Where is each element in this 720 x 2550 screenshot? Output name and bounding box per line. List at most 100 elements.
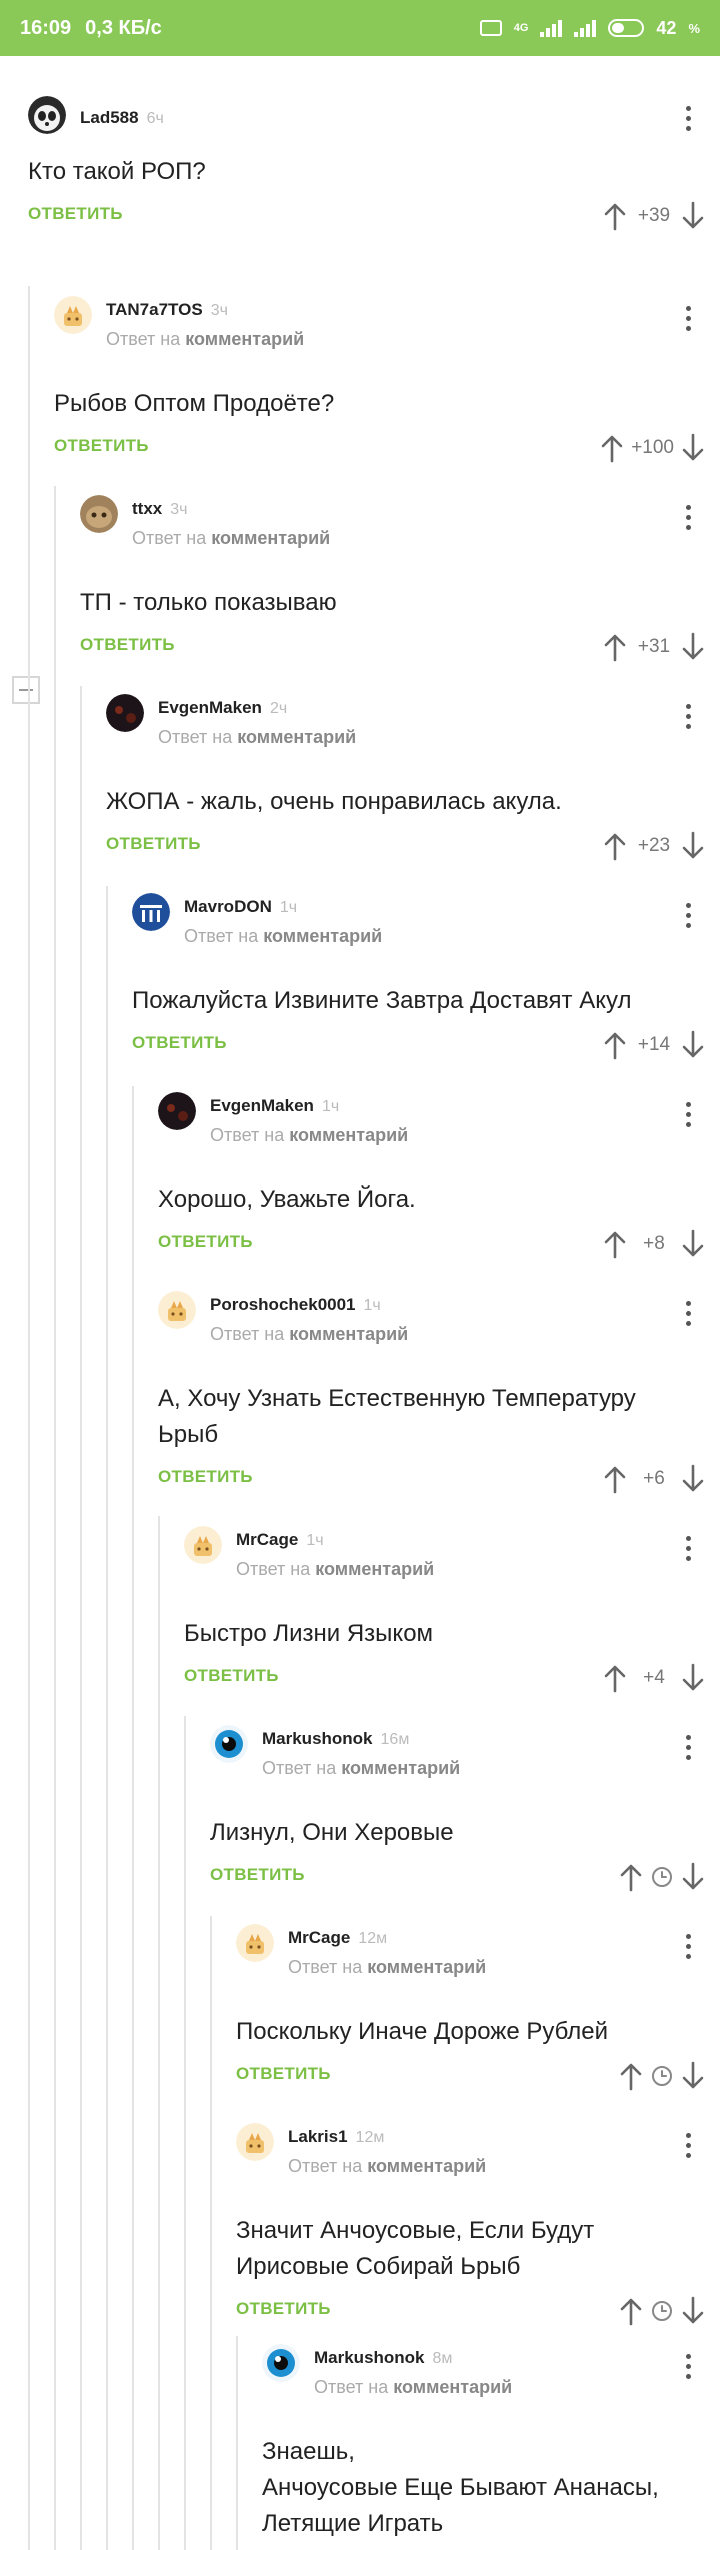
more-options-icon[interactable] bbox=[678, 1295, 698, 1331]
reply-to-target: комментарий bbox=[237, 727, 357, 747]
reply-to-target: комментарий bbox=[263, 926, 383, 946]
upvote-arrow-icon[interactable] bbox=[602, 831, 628, 861]
author-name[interactable]: MavroDON 1ч bbox=[184, 897, 297, 917]
default-avatar[interactable] bbox=[236, 1924, 274, 1962]
comment-time: 3ч bbox=[210, 302, 228, 319]
upvote-arrow-icon[interactable] bbox=[618, 2061, 644, 2091]
downvote-arrow-icon[interactable] bbox=[680, 1663, 706, 1693]
signal-icon-2 bbox=[574, 19, 597, 37]
comment-text: Поскольку Иначе Дороже Рублей bbox=[236, 2018, 609, 2045]
reply-to-link[interactable]: Ответ на комментарий bbox=[106, 329, 304, 350]
reply-to-link[interactable]: Ответ на комментарий bbox=[288, 2156, 486, 2177]
more-options-icon[interactable] bbox=[678, 897, 698, 933]
more-options-icon[interactable] bbox=[678, 1530, 698, 1566]
more-options-icon[interactable] bbox=[678, 300, 698, 336]
more-options-icon[interactable] bbox=[678, 100, 698, 136]
author-name[interactable]: TAN7a7TOS 3ч bbox=[106, 300, 228, 320]
more-options-icon[interactable] bbox=[678, 2348, 698, 2384]
upvote-arrow-icon[interactable] bbox=[602, 201, 628, 231]
default-avatar[interactable] bbox=[236, 2123, 274, 2161]
default-avatar[interactable] bbox=[158, 1291, 196, 1329]
cat-avatar[interactable] bbox=[80, 495, 118, 533]
thread-line bbox=[80, 686, 82, 2550]
reply-button[interactable]: ОТВЕТИТЬ bbox=[236, 2064, 331, 2084]
reply-to-link[interactable]: Ответ на комментарий bbox=[314, 2377, 512, 2398]
dark-avatar[interactable] bbox=[106, 694, 144, 732]
collapse-thread-button[interactable] bbox=[12, 676, 40, 704]
more-options-icon[interactable] bbox=[678, 2127, 698, 2163]
author-name[interactable]: MrCage 1ч bbox=[236, 1530, 324, 1550]
upvote-arrow-icon[interactable] bbox=[602, 632, 628, 662]
more-options-icon[interactable] bbox=[678, 1729, 698, 1765]
comment-score: +6 bbox=[643, 1468, 665, 1489]
network-speed: 0,3 КБ/с bbox=[85, 16, 162, 39]
more-options-icon[interactable] bbox=[678, 1096, 698, 1132]
battery-unit: % bbox=[688, 20, 700, 36]
reply-to-link[interactable]: Ответ на комментарий bbox=[210, 1324, 408, 1345]
author-name[interactable]: EvgenMaken 2ч bbox=[158, 698, 287, 718]
author-name[interactable]: EvgenMaken 1ч bbox=[210, 1096, 339, 1116]
eye-avatar[interactable] bbox=[210, 1725, 248, 1763]
network-type: 4G bbox=[513, 22, 529, 34]
upvote-arrow-icon[interactable] bbox=[599, 433, 625, 463]
reply-to-link[interactable]: Ответ на комментарий bbox=[158, 727, 356, 748]
author-name[interactable]: ttxx 3ч bbox=[132, 499, 187, 519]
dark-avatar[interactable] bbox=[158, 1092, 196, 1130]
reply-button[interactable]: ОТВЕТИТЬ bbox=[54, 436, 149, 456]
downvote-arrow-icon[interactable] bbox=[680, 201, 706, 231]
more-options-icon[interactable] bbox=[678, 499, 698, 535]
author-name[interactable]: MrCage 12м bbox=[288, 1928, 387, 1948]
more-options-icon[interactable] bbox=[678, 1928, 698, 1964]
comment-time: 12м bbox=[355, 2129, 385, 2146]
downvote-arrow-icon[interactable] bbox=[680, 831, 706, 861]
eye-avatar[interactable] bbox=[262, 2344, 300, 2382]
downvote-arrow-icon[interactable] bbox=[680, 1862, 706, 1892]
comment-footer: ОТВЕТИТЬ +31 bbox=[80, 627, 720, 667]
author-name[interactable]: Markushonok 16м bbox=[262, 1729, 409, 1749]
mmm-avatar[interactable] bbox=[132, 893, 170, 931]
reply-button[interactable]: ОТВЕТИТЬ bbox=[28, 204, 123, 224]
more-options-icon[interactable] bbox=[678, 698, 698, 734]
downvote-arrow-icon[interactable] bbox=[680, 2296, 706, 2326]
reply-button[interactable]: ОТВЕТИТЬ bbox=[132, 1033, 227, 1053]
thread-line bbox=[210, 1916, 212, 2550]
vote-controls: +100 bbox=[599, 428, 706, 468]
upvote-arrow-icon[interactable] bbox=[618, 1862, 644, 1892]
reply-to-link[interactable]: Ответ на комментарий bbox=[132, 528, 330, 549]
reply-button[interactable]: ОТВЕТИТЬ bbox=[158, 1467, 253, 1487]
reply-button[interactable]: ОТВЕТИТЬ bbox=[158, 1232, 253, 1252]
reply-to-link[interactable]: Ответ на комментарий bbox=[236, 1559, 434, 1580]
reply-to-link[interactable]: Ответ на комментарий bbox=[288, 1957, 486, 1978]
comment-time: 12м bbox=[358, 1930, 388, 1947]
panda-avatar[interactable] bbox=[28, 96, 66, 134]
reply-to-link[interactable]: Ответ на комментарий bbox=[184, 926, 382, 947]
downvote-arrow-icon[interactable] bbox=[680, 2061, 706, 2091]
author-name[interactable]: Markushonok 8м bbox=[314, 2348, 452, 2368]
comment: Poroshochek0001 1ч Ответ на комментарий А, … bbox=[158, 1291, 720, 1513]
author-name[interactable]: Lad588 6ч bbox=[80, 108, 164, 128]
thread-line bbox=[158, 1516, 160, 2550]
default-avatar[interactable] bbox=[184, 1526, 222, 1564]
default-avatar[interactable] bbox=[54, 296, 92, 334]
upvote-arrow-icon[interactable] bbox=[618, 2296, 644, 2326]
author-name[interactable]: Poroshochek0001 1ч bbox=[210, 1295, 381, 1315]
upvote-arrow-icon[interactable] bbox=[602, 1229, 628, 1259]
author-name[interactable]: Lakris1 12м bbox=[288, 2127, 384, 2147]
reply-button[interactable]: ОТВЕТИТЬ bbox=[80, 635, 175, 655]
downvote-arrow-icon[interactable] bbox=[680, 1030, 706, 1060]
reply-to-link[interactable]: Ответ на комментарий bbox=[262, 1758, 460, 1779]
downvote-arrow-icon[interactable] bbox=[680, 433, 706, 463]
reply-button[interactable]: ОТВЕТИТЬ bbox=[236, 2299, 331, 2319]
reply-button[interactable]: ОТВЕТИТЬ bbox=[184, 1666, 279, 1686]
upvote-arrow-icon[interactable] bbox=[602, 1464, 628, 1494]
reply-button[interactable]: ОТВЕТИТЬ bbox=[210, 1865, 305, 1885]
upvote-arrow-icon[interactable] bbox=[602, 1030, 628, 1060]
upvote-arrow-icon[interactable] bbox=[602, 1663, 628, 1693]
reply-button[interactable]: ОТВЕТИТЬ bbox=[106, 834, 201, 854]
reply-to-target: комментарий bbox=[367, 1957, 487, 1977]
downvote-arrow-icon[interactable] bbox=[680, 1229, 706, 1259]
downvote-arrow-icon[interactable] bbox=[680, 1464, 706, 1494]
comment-header: MrCage 1ч Ответ на комментарий bbox=[184, 1526, 720, 1586]
reply-to-link[interactable]: Ответ на комментарий bbox=[210, 1125, 408, 1146]
downvote-arrow-icon[interactable] bbox=[680, 632, 706, 662]
